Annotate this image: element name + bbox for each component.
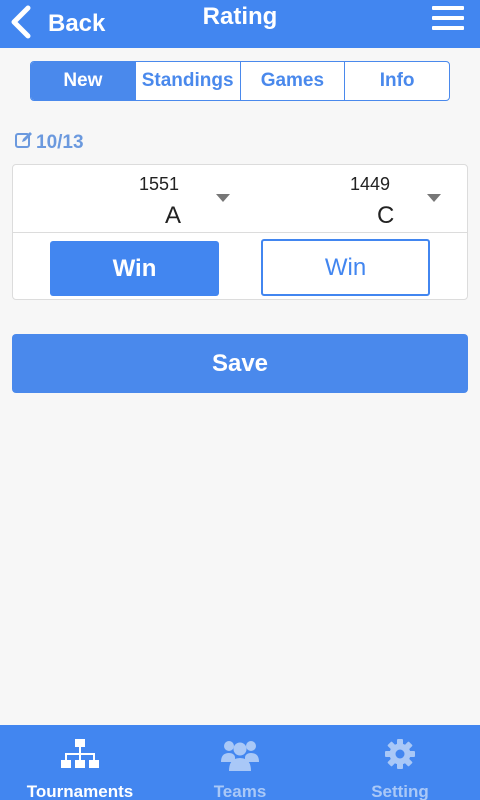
right-player-select[interactable]: 1449 C (241, 165, 469, 232)
nav-setting[interactable]: Setting (320, 725, 480, 800)
tab-new[interactable]: New (31, 62, 135, 100)
gear-icon (380, 737, 420, 778)
tab-info[interactable]: Info (344, 62, 449, 100)
round-indicator: 10/13 (14, 130, 84, 156)
divider (13, 232, 467, 233)
match-card: 1551 A 1449 C Win Win (12, 164, 468, 300)
tab-games[interactable]: Games (239, 62, 345, 100)
tab-standings[interactable]: Standings (134, 62, 240, 100)
right-player-name: C (377, 202, 395, 229)
right-player-rating: 1449 (350, 174, 391, 194)
users-icon (220, 737, 260, 778)
nav-label: Teams (213, 782, 267, 800)
tab-bar: New Standings Games Info (30, 61, 450, 101)
page-title: Rating (202, 3, 278, 30)
save-button[interactable]: Save (12, 334, 468, 393)
nav-teams[interactable]: Teams (160, 725, 320, 800)
nav-label: Setting (371, 782, 429, 800)
left-win-button[interactable]: Win (50, 241, 219, 296)
nav-tournaments[interactable]: Tournaments (0, 725, 160, 800)
round-label: 10/13 (36, 132, 84, 153)
bottom-nav: Tournaments Teams Setting (0, 725, 480, 800)
left-player-select[interactable]: 1551 A (13, 165, 241, 232)
left-player-rating: 1551 (139, 174, 180, 194)
hierarchy-icon (60, 737, 100, 778)
edit-icon (14, 130, 36, 156)
hamburger-menu-icon[interactable] (432, 6, 464, 34)
left-player-name: A (165, 202, 182, 229)
chevron-down-icon (216, 194, 230, 202)
chevron-down-icon (427, 194, 441, 202)
app-header: Back Rating (0, 0, 480, 48)
right-win-button[interactable]: Win (261, 239, 430, 296)
nav-label: Tournaments (26, 782, 134, 800)
